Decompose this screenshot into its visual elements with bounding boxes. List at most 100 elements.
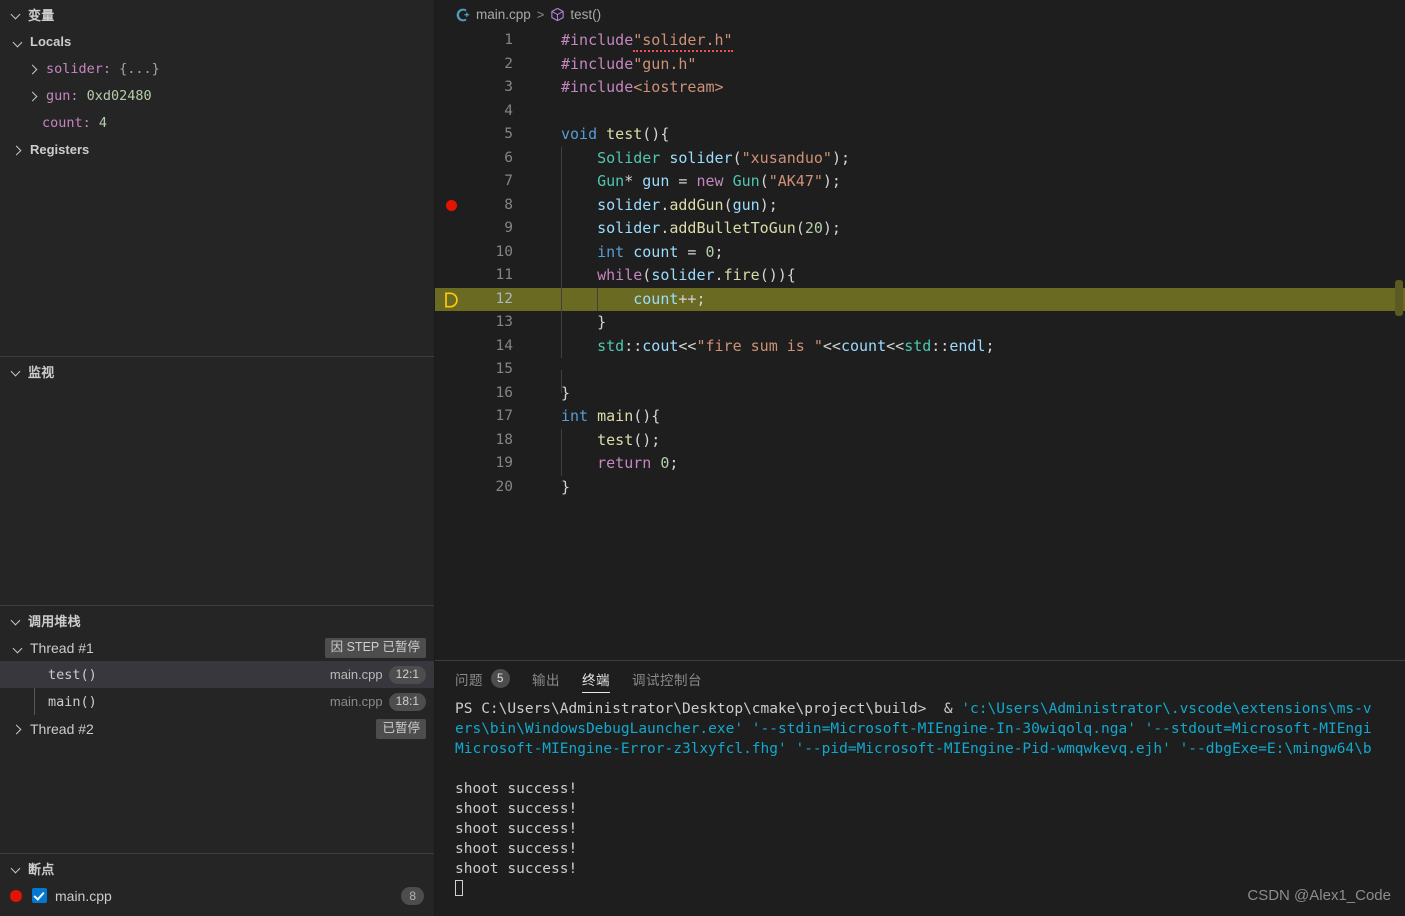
watch-pane-header[interactable]: 监视	[0, 357, 434, 385]
variable-row-count[interactable]: count: 4	[0, 109, 434, 136]
code-line[interactable]: 3 #include<iostream>	[435, 76, 1405, 100]
chevron-right-icon[interactable]	[26, 61, 42, 77]
code-line[interactable]: 11 while(solider.fire()){	[435, 264, 1405, 288]
chevron-down-icon[interactable]	[8, 860, 24, 876]
breakpoints-pane: 断点 main.cpp 8	[0, 853, 434, 916]
code-line[interactable]: 17 int main(){	[435, 405, 1405, 429]
code-token: count	[633, 242, 679, 261]
code-line[interactable]: 6 Solider solider("xusanduo");	[435, 146, 1405, 171]
editor-gutter[interactable]	[435, 29, 477, 53]
symbol-cube-icon	[551, 7, 565, 22]
chevron-down-icon[interactable]	[10, 34, 26, 50]
variable-value: {...}	[119, 60, 160, 77]
editor-gutter[interactable]	[435, 100, 477, 124]
breakpoint-line: 8	[401, 886, 424, 905]
callstack-tree[interactable]: Thread #1 因 STEP 已暂停 test() main.cpp 12:…	[0, 634, 434, 853]
editor-gutter[interactable]	[435, 429, 477, 453]
editor-scroll-thumb[interactable]	[1395, 280, 1403, 316]
chevron-down-icon[interactable]	[8, 6, 24, 22]
panel-tab-3[interactable]: 终端	[582, 661, 610, 696]
editor-gutter[interactable]	[435, 264, 477, 288]
code-token: ::	[624, 336, 643, 355]
editor-gutter[interactable]	[435, 241, 477, 265]
variables-scope-locals[interactable]: Locals	[0, 28, 434, 55]
editor-gutter[interactable]	[435, 335, 477, 359]
code-line[interactable]: 1 #include"solider.h"	[435, 29, 1405, 53]
editor-gutter[interactable]	[435, 170, 477, 194]
editor-gutter[interactable]	[435, 217, 477, 241]
code-line[interactable]: 10 int count = 0;	[435, 240, 1405, 265]
breakpoints-pane-header[interactable]: 断点	[0, 854, 434, 882]
editor-gutter[interactable]	[435, 476, 477, 500]
editor-gutter[interactable]	[435, 288, 477, 312]
editor-gutter[interactable]	[435, 76, 477, 100]
code-line[interactable]: 7 Gun* gun = new Gun("AK47");	[435, 170, 1405, 194]
indent-guide	[597, 287, 598, 311]
panel-tab-4[interactable]: 调试控制台	[632, 661, 702, 696]
editor-gutter[interactable]	[435, 53, 477, 77]
editor-gutter[interactable]	[435, 382, 477, 406]
code-line[interactable]: 12 count++;	[435, 287, 1405, 312]
code-line[interactable]: 16}	[435, 382, 1405, 406]
chevron-right-icon[interactable]	[26, 88, 42, 104]
code-token: std	[904, 336, 932, 355]
code-token: );	[822, 219, 841, 237]
editor-gutter[interactable]	[435, 194, 477, 218]
code-editor[interactable]: 1 #include"solider.h" 2 #include"gun.h" 3 #in…	[435, 29, 1405, 660]
variable-row-solider[interactable]: solider: {...}	[0, 55, 434, 82]
code-line[interactable]: 19 return 0;	[435, 452, 1405, 476]
code-token: (	[795, 219, 805, 237]
code-line[interactable]: 15	[435, 358, 1405, 394]
terminal-output[interactable]: PS C:\Users\Administrator\Desktop\cmake\…	[435, 696, 1405, 916]
chevron-right-icon[interactable]	[10, 142, 26, 158]
callstack-frame-main[interactable]: main() main.cpp 18:1	[0, 688, 434, 715]
editor-gutter[interactable]	[435, 452, 477, 476]
code-line[interactable]: 8 solider.addGun(gun);	[435, 193, 1405, 218]
code-token: solider	[660, 148, 733, 167]
breakpoint-enabled-checkbox[interactable]	[32, 888, 47, 903]
breadcrumb-file[interactable]: main.cpp	[455, 7, 531, 23]
code-token: while	[597, 266, 643, 284]
breakpoint-marker-icon[interactable]	[446, 200, 457, 211]
code-token: addBulletToGun	[669, 219, 796, 237]
editor-gutter[interactable]	[435, 405, 477, 429]
callstack-thread-1[interactable]: Thread #1 因 STEP 已暂停	[0, 634, 434, 661]
code-token: );	[822, 172, 841, 190]
variables-scope-registers[interactable]: Registers	[0, 136, 434, 163]
breakpoint-item-main-cpp[interactable]: main.cpp 8	[0, 882, 434, 909]
code-line[interactable]: 14 std::cout<<"fire sum is "<<count<<std…	[435, 334, 1405, 359]
chevron-down-icon[interactable]	[8, 363, 24, 379]
code-line[interactable]: 9 solider.addBulletToGun(20);	[435, 217, 1405, 241]
chevron-down-icon[interactable]	[8, 612, 24, 628]
code-line[interactable]: 20}	[435, 476, 1405, 500]
editor-gutter[interactable]	[435, 358, 477, 382]
panel-tab-2[interactable]: 输出	[532, 661, 560, 696]
watch-list[interactable]	[0, 385, 434, 605]
variables-tree[interactable]: Locals solider: {...} gun: 0xd02480 coun…	[0, 28, 434, 356]
breakpoints-list[interactable]: main.cpp 8	[0, 882, 434, 916]
code-line[interactable]: 4	[435, 100, 1405, 124]
code-line-text: solider.addBulletToGun(20);	[519, 217, 841, 241]
code-token: =	[678, 242, 706, 261]
variable-row-gun[interactable]: gun: 0xd02480	[0, 82, 434, 109]
code-line[interactable]: 18 test();	[435, 428, 1405, 453]
callstack-thread-2[interactable]: Thread #2 已暂停	[0, 715, 434, 742]
callstack-pane-header[interactable]: 调用堆栈	[0, 606, 434, 634]
code-line[interactable]: 2 #include"gun.h"	[435, 53, 1405, 77]
chevron-right-icon[interactable]	[10, 721, 26, 737]
code-token: count	[840, 336, 887, 355]
editor-gutter[interactable]	[435, 123, 477, 147]
editor-gutter[interactable]	[435, 147, 477, 171]
variables-pane-header[interactable]: 变量	[0, 0, 434, 28]
callstack-frame-test[interactable]: test() main.cpp 12:1	[0, 661, 434, 688]
chevron-down-icon[interactable]	[10, 640, 26, 656]
panel-tab-1[interactable]: 问题 5	[455, 661, 510, 696]
breadcrumb-symbol[interactable]: test()	[550, 7, 601, 22]
code-line[interactable]: 5 void test(){	[435, 123, 1405, 147]
code-line[interactable]: 13 }	[435, 311, 1405, 335]
editor-gutter[interactable]	[435, 311, 477, 335]
